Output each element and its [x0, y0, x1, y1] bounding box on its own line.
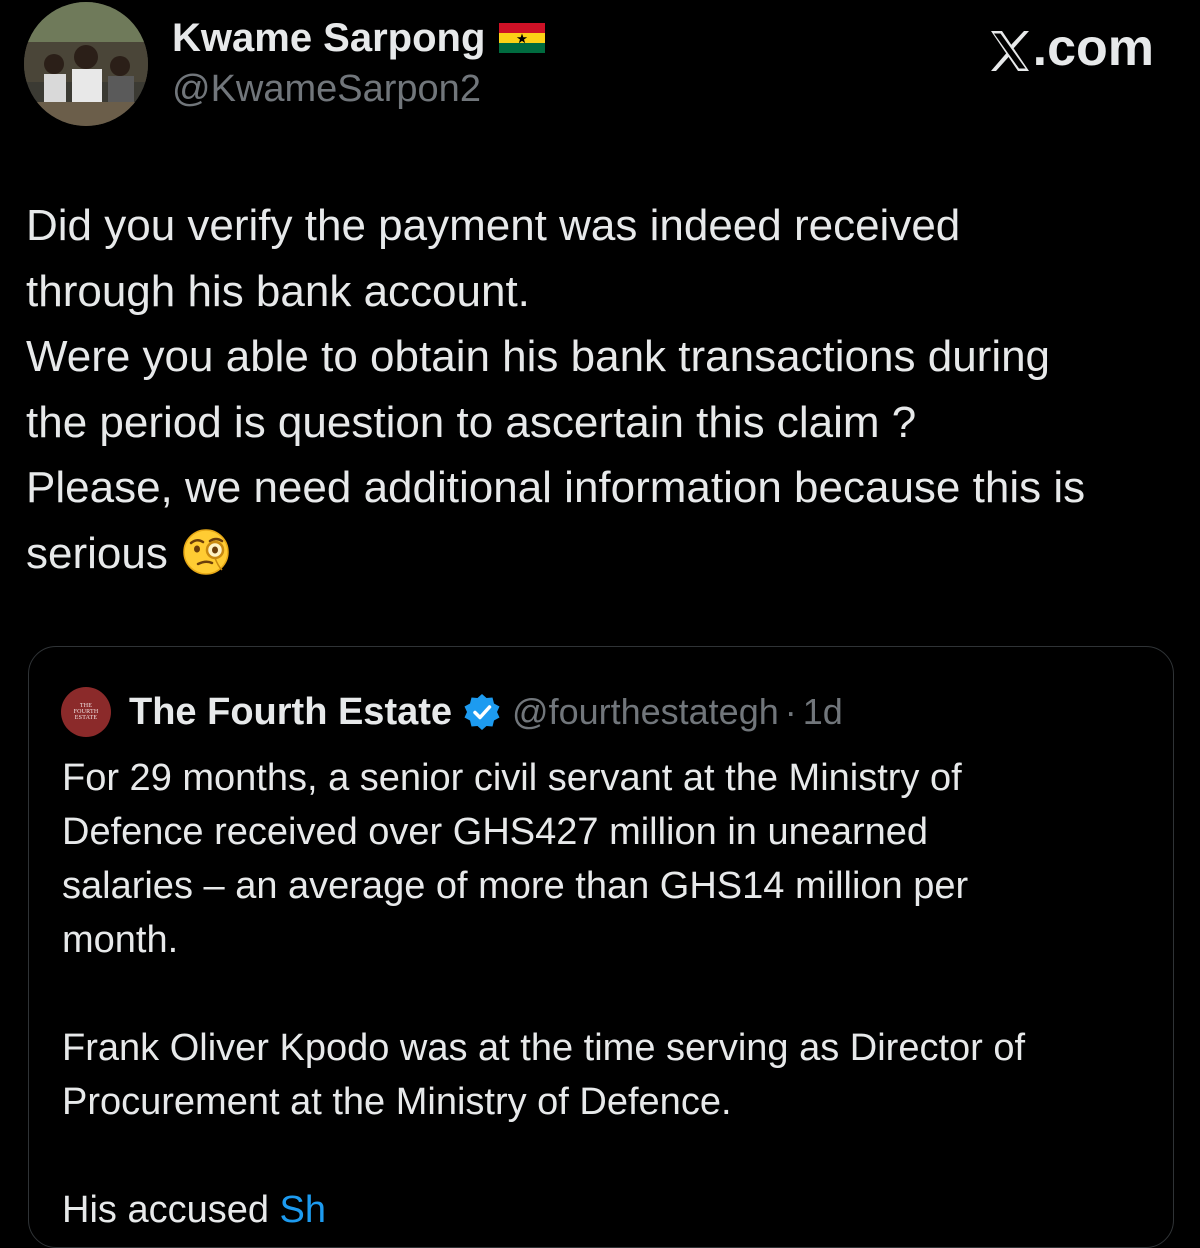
face-with-monocle-emoji: [182, 528, 230, 576]
avatar-photo: [24, 2, 148, 126]
author-avatar[interactable]: [24, 2, 148, 126]
mention-link[interactable]: Sh: [280, 1189, 326, 1231]
quoted-tweet-header: THE FOURTH ESTATE The Fourth Estate @fou…: [61, 687, 843, 737]
separator-dot: ·: [784, 691, 797, 732]
tweet-line: the period is question to ascertain this…: [26, 397, 917, 447]
tweet-line: Please, we need additional information b…: [26, 463, 1086, 512]
ghana-flag-icon: [499, 23, 546, 53]
quoted-tweet-text: For 29 months, a senior civil servant at…: [62, 751, 1152, 1237]
author-name-row: Kwame Sarpong: [172, 12, 546, 64]
tweet-line: Did you verify the payment was indeed re…: [26, 201, 961, 250]
quoted-line: For 29 months, a senior civil servant at…: [62, 757, 962, 799]
quoted-author-display-name[interactable]: The Fourth Estate: [129, 691, 452, 734]
tweet-line-last: serious: [26, 521, 1186, 587]
quoted-line: Defence received over GHS427 million in …: [62, 811, 929, 853]
tweet-text: Did you verify the payment was indeed re…: [26, 193, 1186, 586]
verified-badge-icon: [462, 692, 502, 732]
avatar-logo-text: ESTATE: [74, 715, 98, 721]
quoted-line: month.: [62, 919, 179, 961]
partial-text: His accused: [62, 1189, 269, 1231]
quoted-tweet-card[interactable]: THE FOURTH ESTATE The Fourth Estate @fou…: [28, 646, 1174, 1248]
quoted-line: salaries – an average of more than GHS14…: [62, 865, 969, 907]
quoted-line: Procurement at the Ministry of Defence.: [62, 1081, 732, 1123]
brand-watermark: .com: [989, 19, 1154, 77]
author-handle[interactable]: @KwameSarpon2: [172, 68, 481, 111]
tweet-line: through his bank account.: [26, 266, 530, 316]
x-logo-icon: [989, 26, 1031, 71]
brand-text: .com: [1032, 19, 1154, 77]
quoted-line-partial: His accused Sh: [62, 1183, 1152, 1237]
tweet-line: Were you able to obtain his bank transac…: [26, 332, 1051, 381]
quoted-author-avatar[interactable]: THE FOURTH ESTATE: [61, 687, 111, 737]
quoted-line: Frank Oliver Kpodo was at the time servi…: [62, 1027, 1026, 1069]
author-display-name[interactable]: Kwame Sarpong: [172, 16, 485, 61]
quoted-author-handle[interactable]: @fourthestategh: [512, 691, 779, 733]
quoted-tweet-timestamp[interactable]: 1d: [803, 691, 843, 733]
tweet-line-text: serious: [26, 528, 168, 578]
